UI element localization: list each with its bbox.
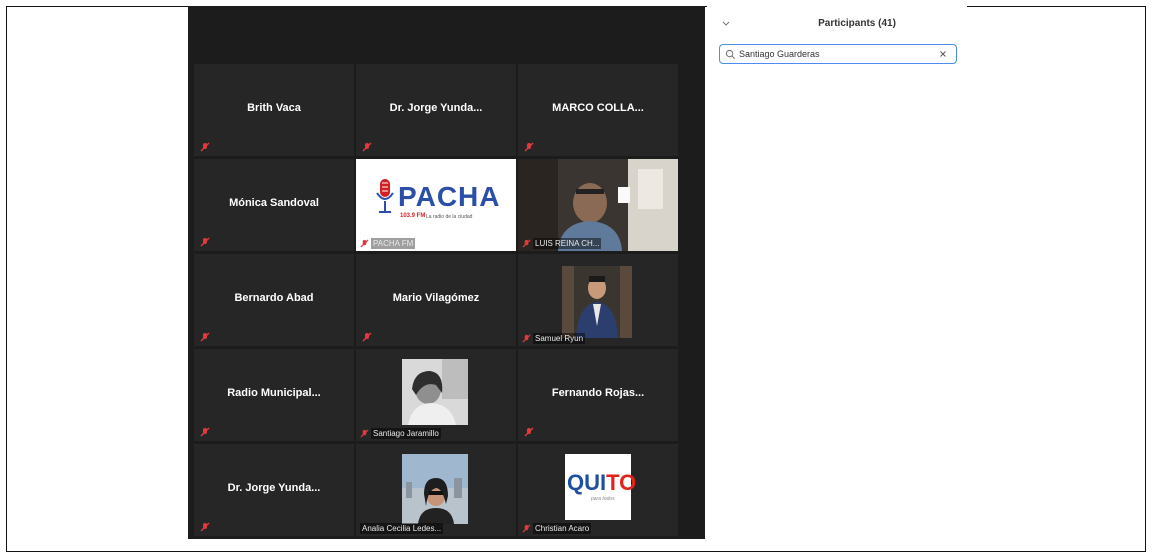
participant-caption: LUIS REINA CH... <box>522 238 602 249</box>
participant-search-input[interactable] <box>736 49 929 59</box>
participant-caption: Analia Cecilia Ledes... <box>360 523 444 534</box>
pacha-logo-frequency: 103.9 FM <box>400 213 426 219</box>
video-tile-santiago-jaramillo[interactable]: Santiago Jaramillo <box>356 349 516 441</box>
mic-muted-icon <box>524 142 534 152</box>
mic-muted-icon <box>200 142 210 152</box>
participant-caption: Christian Acaro <box>522 523 592 534</box>
participant-name: Fernando Rojas... <box>551 387 645 399</box>
video-tile-fernando-rojas[interactable]: Fernando Rojas... <box>518 349 678 441</box>
mic-muted-icon <box>200 522 210 532</box>
mic-muted-icon <box>522 334 531 343</box>
participant-name: Radio Municipal... <box>227 387 321 399</box>
video-tile-marco-colla[interactable]: MARCO COLLA... <box>518 64 678 156</box>
participant-name: Bernardo Abad <box>234 292 314 304</box>
mic-muted-icon <box>524 427 534 437</box>
mic-muted-icon <box>362 332 372 342</box>
mic-muted-icon <box>522 524 531 533</box>
video-tile-samuel-ryun[interactable]: Samuel Ryun <box>518 254 678 346</box>
participant-photo <box>402 359 468 425</box>
mic-muted-icon <box>362 142 372 152</box>
quito-logo: QUITO para todos <box>565 454 636 520</box>
participant-name: Analia Cecilia Ledes... <box>360 523 444 534</box>
chevron-down-icon[interactable] <box>721 18 731 28</box>
quito-logo-slogan: para todos <box>591 496 615 502</box>
search-icon <box>725 49 735 59</box>
participant-name: Mónica Sandoval <box>229 197 319 209</box>
video-tile-bernardo-abad[interactable]: Bernardo Abad <box>194 254 354 346</box>
participant-caption: PACHA FM <box>360 238 416 249</box>
participant-name: Santiago Jaramillo <box>371 428 441 439</box>
mic-muted-icon <box>360 239 369 248</box>
mic-muted-icon <box>200 237 210 247</box>
video-tile-jorge-yunda[interactable]: Dr. Jorge Yunda... <box>356 64 516 156</box>
participant-name: MARCO COLLA... <box>552 102 644 114</box>
participant-name: Christian Acaro <box>533 523 592 534</box>
participant-name: Mario Vilagómez <box>392 292 480 304</box>
video-tile-brith-vaca[interactable]: Brith Vaca <box>194 64 354 156</box>
video-tile-luis-reina[interactable]: LUIS REINA CH... <box>518 159 678 251</box>
video-tile-monica-sandoval[interactable]: Mónica Sandoval <box>194 159 354 251</box>
participant-name: PACHA FM <box>371 238 416 249</box>
participant-photo <box>402 454 468 524</box>
mic-muted-icon <box>200 332 210 342</box>
participant-name: LUIS REINA CH... <box>533 238 602 249</box>
participant-photo <box>562 266 632 338</box>
participant-name: Dr. Jorge Yunda... <box>389 102 483 114</box>
video-tile-jorge-yunda-2[interactable]: Dr. Jorge Yunda... <box>194 444 354 536</box>
video-tile-mario-vilagomez[interactable]: Mario Vilagómez <box>356 254 516 346</box>
participants-panel: Participants (41) <box>707 6 967 86</box>
participant-caption: Samuel Ryun <box>522 333 586 344</box>
participant-name: Brith Vaca <box>247 102 301 114</box>
mic-muted-icon <box>522 239 531 248</box>
mic-muted-icon <box>200 427 210 437</box>
participant-search-box[interactable] <box>719 44 957 64</box>
video-tile-analia-ledesma[interactable]: Analia Cecilia Ledes... <box>356 444 516 536</box>
participant-name: Samuel Ryun <box>533 333 586 344</box>
video-tile-pacha-fm[interactable]: PACHA 103.9 FM La radio de la ciudad PAC… <box>356 159 516 251</box>
clear-icon[interactable] <box>938 49 948 59</box>
participants-title: Participants (41) <box>818 18 896 29</box>
participant-name: Dr. Jorge Yunda... <box>227 482 321 494</box>
video-tile-radio-municipal[interactable]: Radio Municipal... <box>194 349 354 441</box>
video-gallery: Brith Vaca Dr. Jorge Yunda... MARCO COLL… <box>188 6 705 539</box>
participant-caption: Santiago Jaramillo <box>360 428 441 439</box>
quito-logo-text: QUITO <box>567 470 637 495</box>
video-tile-christian-acaro[interactable]: QUITO para todos Christian Acaro <box>518 444 678 536</box>
pacha-logo-slogan: La radio de la ciudad <box>426 214 473 220</box>
pacha-logo-text: PACHA <box>398 181 501 212</box>
mic-muted-icon <box>360 429 369 438</box>
microphone-logo-icon <box>376 179 394 213</box>
